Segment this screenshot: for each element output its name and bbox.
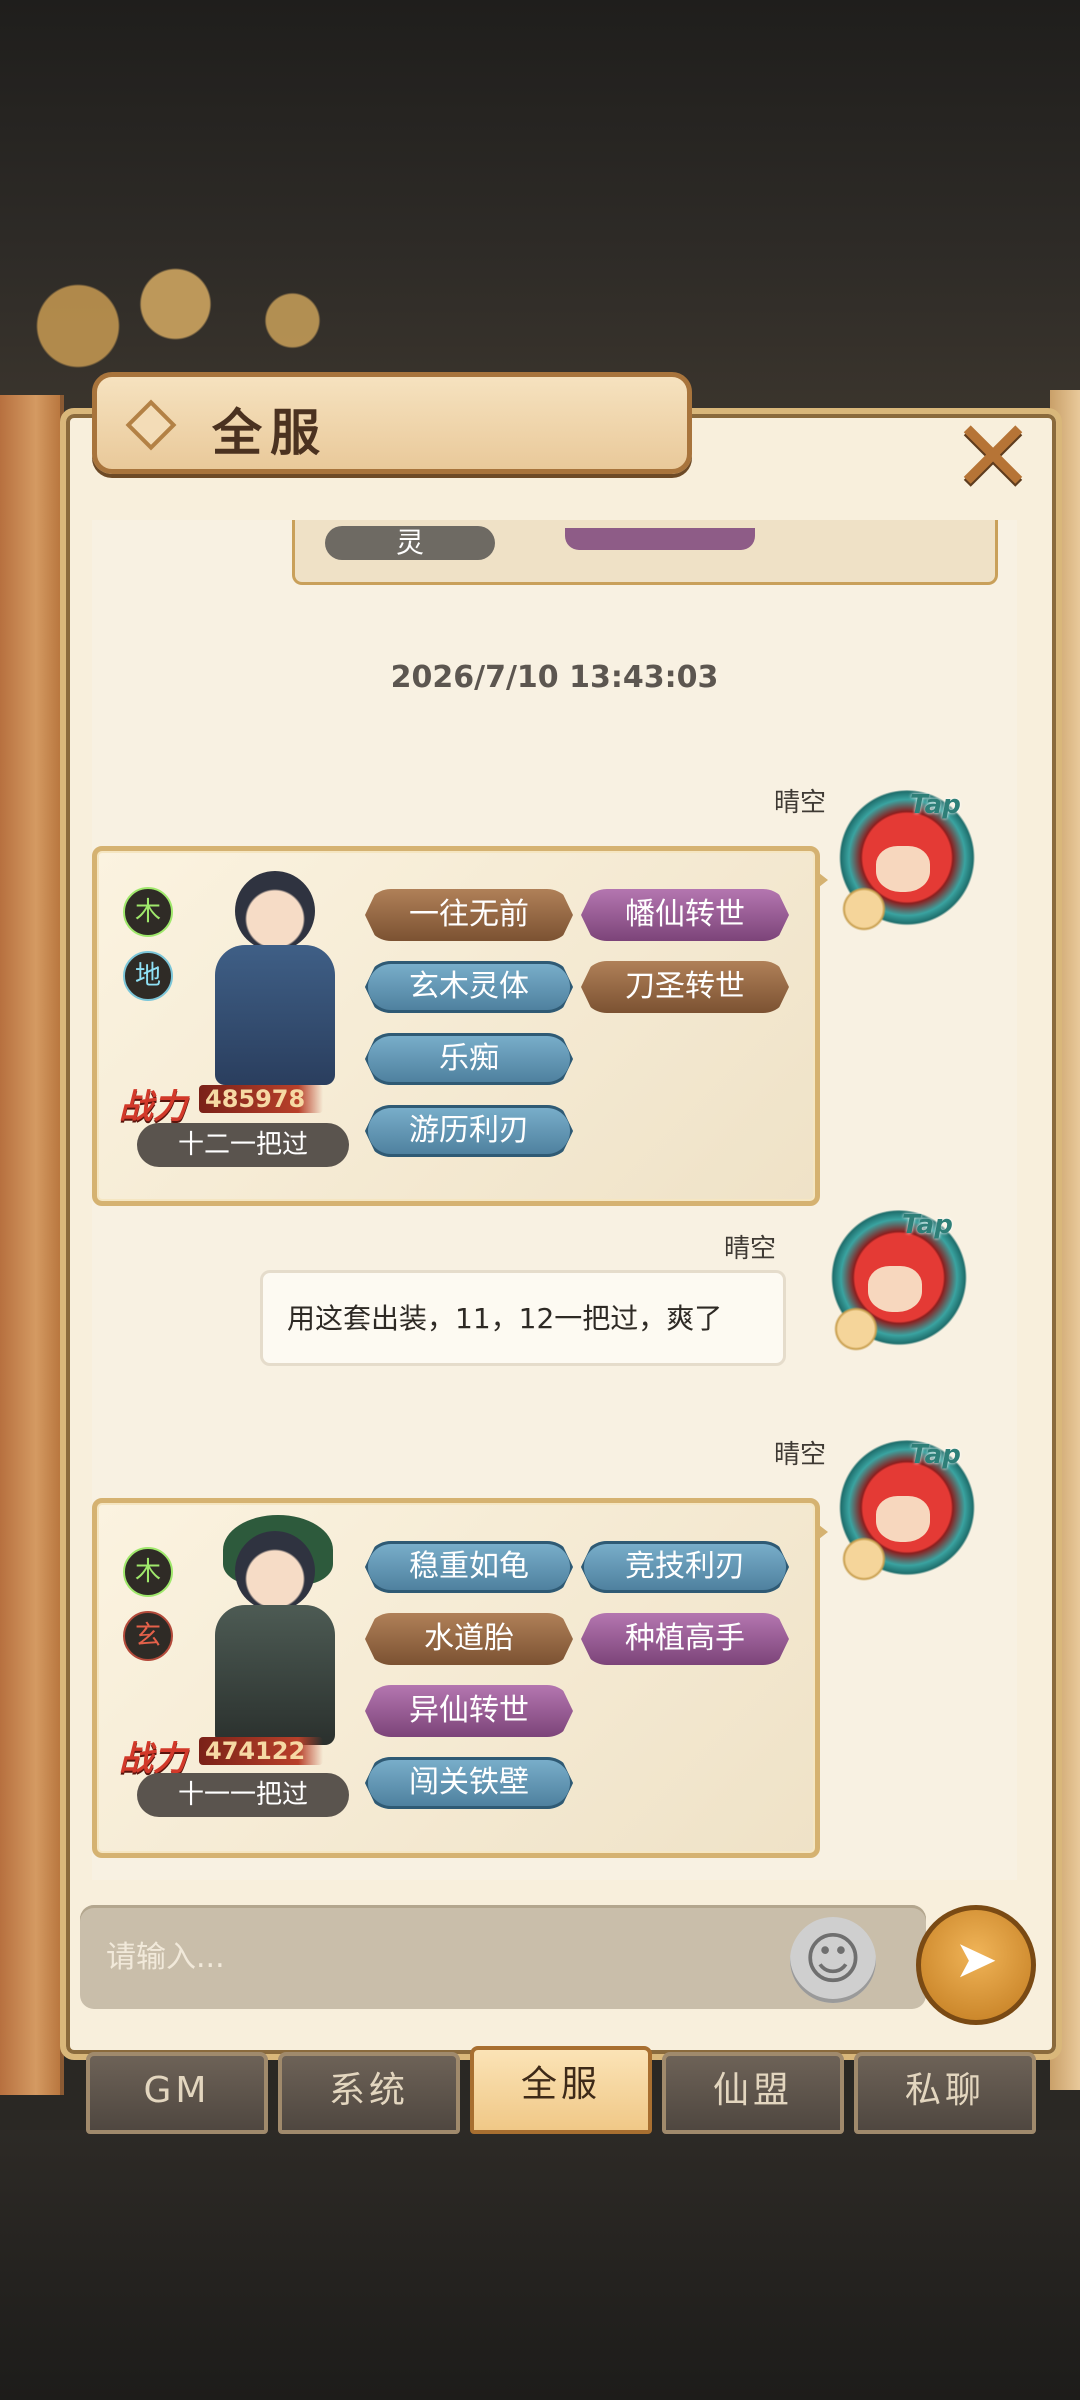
chat-message-list[interactable]: 灵 2026/7/10 13:43:03 晴空 Tap 木 地 战力 48597… [92, 520, 1017, 1880]
diamond-ornament-icon [125, 399, 177, 451]
tab-system[interactable]: 系统 [278, 2052, 460, 2134]
combat-power-label: 战力 [119, 1087, 187, 1127]
element-xuan-icon: 玄 [123, 1611, 173, 1661]
panel-title: 全服 [212, 404, 328, 462]
message-timestamp: 2026/7/10 13:43:03 [390, 660, 719, 695]
chat-text: 用这套出装，11，12一把过，爽了 [287, 1302, 723, 1335]
character-robe [215, 945, 335, 1085]
avatar-face [876, 846, 930, 892]
outfit-card[interactable]: 木 地 战力 485978 十二一把过 一往无前 幡仙转世 玄木灵体 刀圣转世 … [92, 846, 820, 1206]
emoji-icon[interactable]: ☺ [790, 1917, 876, 2003]
skill-chip[interactable]: 闯关铁壁 [365, 1757, 573, 1809]
tap-badge: Tap [910, 790, 961, 820]
level-tag: 十一一把过 [137, 1773, 349, 1817]
player-avatar[interactable]: Tap [832, 1440, 982, 1590]
sender-name: 晴空 [774, 1440, 827, 1470]
previous-outfit-card: 灵 [292, 520, 998, 585]
close-button[interactable]: ✕ [948, 407, 1038, 507]
background-bottom [0, 2130, 1080, 2400]
sender-name: 晴空 [724, 1234, 777, 1264]
cloud-decoration [0, 260, 390, 370]
combat-power-value: 485978 [199, 1085, 324, 1113]
previous-level-tag: 灵 [325, 526, 495, 560]
previous-skill-chip [565, 528, 755, 550]
skill-chip[interactable]: 一往无前 [365, 889, 573, 941]
tap-badge: Tap [902, 1210, 953, 1240]
avatar-face [868, 1266, 922, 1312]
character-figure [193, 871, 353, 1091]
pet-avatar [828, 1304, 884, 1354]
skill-chip[interactable]: 乐痴 [365, 1033, 573, 1085]
chat-text-bubble[interactable]: 用这套出装，11，12一把过，爽了 [260, 1270, 786, 1366]
element-wood-icon: 木 [123, 887, 173, 937]
avatar-face [876, 1496, 930, 1542]
tap-badge: Tap [910, 1440, 961, 1470]
skill-chip[interactable]: 异仙转世 [365, 1685, 573, 1737]
skill-chip[interactable]: 玄木灵体 [365, 961, 573, 1013]
skill-chip[interactable]: 稳重如龟 [365, 1541, 573, 1593]
title-banner: 全服 [92, 372, 692, 474]
skill-chip[interactable]: 刀圣转世 [581, 961, 789, 1013]
skill-chip[interactable]: 幡仙转世 [581, 889, 789, 941]
level-tag: 十二一把过 [137, 1123, 349, 1167]
left-frame-decoration [0, 395, 64, 2095]
tab-alliance[interactable]: 仙盟 [662, 2052, 844, 2134]
combat-power: 战力 485978 [119, 1083, 349, 1127]
combat-power-value: 474122 [199, 1737, 324, 1765]
skill-chip[interactable]: 种植高手 [581, 1613, 789, 1665]
pet-avatar [836, 884, 892, 934]
sender-name: 晴空 [774, 788, 827, 818]
element-wood-icon: 木 [123, 1547, 173, 1597]
tab-private[interactable]: 私聊 [854, 2052, 1036, 2134]
channel-tabs: GM 系统 全服 仙盟 私聊 [86, 2046, 1036, 2134]
skill-chip[interactable]: 水道胎 [365, 1613, 573, 1665]
pet-avatar [836, 1534, 892, 1584]
player-avatar[interactable]: Tap [824, 1210, 974, 1360]
input-row: ☺ ➤ [80, 1905, 1036, 2025]
tab-server[interactable]: 全服 [470, 2046, 652, 2134]
element-earth-icon: 地 [123, 951, 173, 1001]
character-head [235, 1531, 315, 1611]
combat-power: 战力 474122 [119, 1735, 349, 1779]
send-icon[interactable]: ➤ [916, 1905, 1036, 2025]
character-robe [215, 1605, 335, 1745]
tab-gm[interactable]: GM [86, 2052, 268, 2134]
skill-chip[interactable]: 竞技利刃 [581, 1541, 789, 1593]
player-avatar[interactable]: Tap [832, 790, 982, 940]
outfit-card[interactable]: 木 玄 战力 474122 十一一把过 稳重如龟 竞技利刃 水道胎 种植高手 异… [92, 1498, 820, 1858]
skill-chip[interactable]: 游历利刃 [365, 1105, 573, 1157]
character-head [235, 871, 315, 951]
character-figure [193, 1515, 353, 1751]
